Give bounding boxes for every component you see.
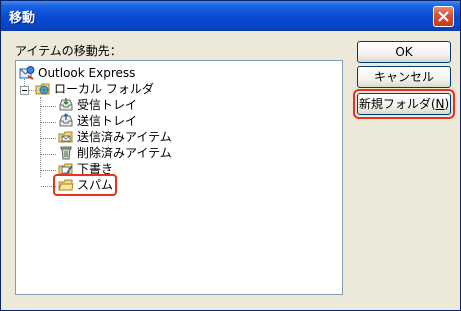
local-folders-icon bbox=[35, 83, 50, 95]
folder-tree[interactable]: Outlook Express ローカル フォルダ 受信トレイ 送信トレイ 送信… bbox=[15, 60, 343, 295]
window-title: 移動 bbox=[9, 11, 36, 26]
tree-connector bbox=[41, 122, 56, 123]
close-icon bbox=[438, 11, 449, 22]
tree-item-label: 送信トレイ bbox=[77, 114, 138, 128]
spam-highlight-box bbox=[53, 174, 117, 196]
close-button[interactable] bbox=[433, 6, 454, 27]
destination-label: アイテムの移動先： bbox=[15, 44, 122, 58]
cancel-button[interactable]: キャンセル bbox=[357, 66, 451, 88]
tree-connector bbox=[41, 106, 56, 107]
outlook-express-icon bbox=[19, 66, 35, 80]
ok-button[interactable]: OK bbox=[357, 41, 451, 63]
tree-item-label: ローカル フォルダ bbox=[54, 82, 154, 96]
tree-item-label: Outlook Express bbox=[38, 66, 136, 80]
trash-icon bbox=[60, 146, 72, 160]
collapse-toggle[interactable] bbox=[20, 86, 29, 95]
tree-item-label: 受信トレイ bbox=[77, 98, 138, 112]
inbox-icon bbox=[59, 98, 73, 111]
new-folder-highlight-box bbox=[353, 89, 455, 119]
tree-item-label: 送信済みアイテム bbox=[77, 130, 172, 144]
title-bar[interactable]: 移動 bbox=[1, 1, 460, 31]
sent-items-icon bbox=[58, 131, 73, 143]
outbox-icon bbox=[59, 113, 73, 127]
tree-item-label: 削除済みアイテム bbox=[77, 146, 172, 160]
tree-connector bbox=[41, 170, 56, 171]
move-dialog: 移動 アイテムの移動先： Outlook Express ローカル フォルダ 受… bbox=[0, 0, 461, 311]
tree-connector bbox=[41, 154, 56, 155]
cancel-button-label: キャンセル bbox=[373, 70, 434, 84]
tree-connector bbox=[40, 97, 41, 177]
ok-button-label: OK bbox=[395, 45, 413, 59]
tree-connector bbox=[41, 138, 56, 139]
